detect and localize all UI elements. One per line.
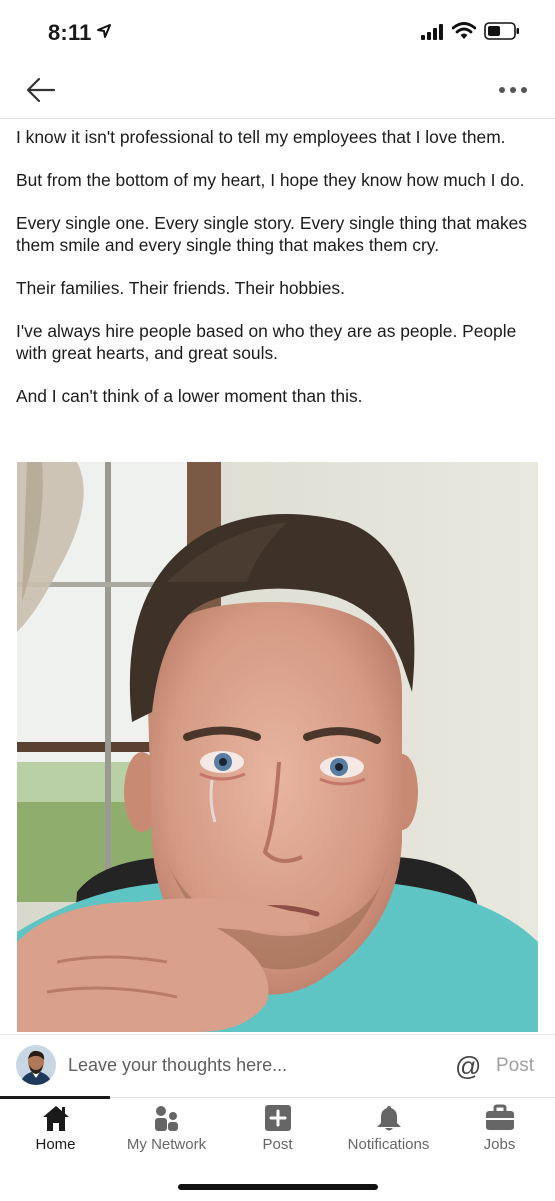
post-paragraph: And I can't think of a lower moment than… (16, 386, 363, 406)
home-indicator (178, 1184, 378, 1190)
post-body: I know it isn't professional to tell my … (16, 126, 544, 428)
post-paragraph: I know it isn't professional to tell my … (16, 127, 506, 147)
tab-post[interactable]: Post (222, 1098, 333, 1168)
wifi-icon (452, 22, 476, 39)
post-paragraph: I've always hire people based on who the… (16, 321, 517, 363)
tab-jobs[interactable]: Jobs (444, 1098, 555, 1168)
network-icon (154, 1106, 178, 1131)
user-avatar[interactable] (16, 1045, 56, 1085)
nav-bar (0, 62, 555, 119)
tab-my-network[interactable]: My Network (111, 1098, 222, 1168)
post-paragraph: But from the bottom of my heart, I hope … (16, 170, 525, 190)
post-comment-button[interactable]: Post (496, 1055, 534, 1077)
post-photo[interactable] (17, 462, 538, 1032)
tab-label: Home (35, 1136, 76, 1153)
briefcase-icon (485, 1104, 514, 1130)
status-bar: 8:11 (0, 0, 555, 60)
post-paragraph: Every single one. Every single story. Ev… (16, 213, 528, 255)
cellular-signal-icon (421, 24, 443, 40)
tab-label: My Network (126, 1136, 207, 1153)
mention-icon[interactable]: @ (455, 1051, 481, 1082)
comment-input[interactable] (68, 1055, 398, 1076)
battery-icon (484, 22, 519, 40)
back-arrow-icon[interactable] (25, 76, 57, 104)
tab-home[interactable]: Home (0, 1098, 111, 1168)
comment-bar: @ Post (0, 1034, 555, 1099)
post-paragraph: Their families. Their friends. Their hob… (16, 278, 345, 298)
location-arrow-icon (97, 24, 111, 38)
status-time: 8:11 (48, 20, 92, 45)
bell-icon (376, 1106, 401, 1131)
tab-label: Notifications (347, 1136, 430, 1153)
more-options-icon[interactable] (498, 86, 528, 94)
tab-notifications[interactable]: Notifications (333, 1098, 444, 1168)
tab-label: Jobs (483, 1136, 516, 1153)
plus-icon (264, 1105, 291, 1131)
home-icon (42, 1106, 69, 1131)
tab-label: Post (262, 1136, 293, 1153)
